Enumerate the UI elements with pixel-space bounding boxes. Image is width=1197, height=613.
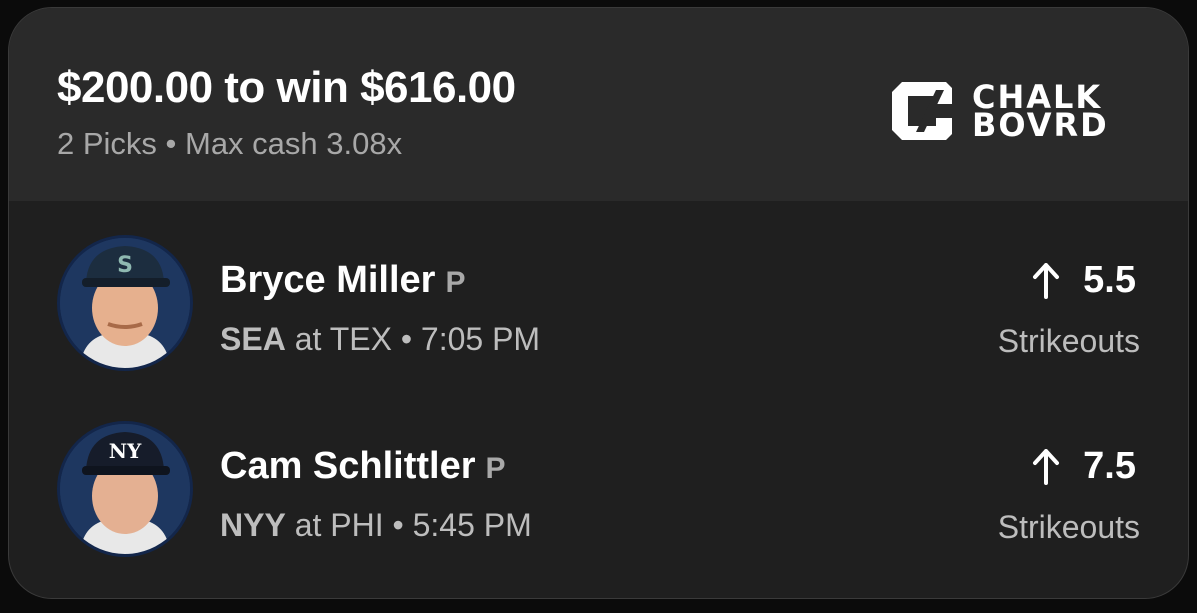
- logo-text-line2: BOVRD: [972, 106, 1109, 144]
- player-position: P: [485, 452, 506, 485]
- stat-type: Strikeouts: [997, 323, 1140, 359]
- chalkboard-logo: CHALK BOVRD: [892, 81, 1109, 144]
- bet-slip-card[interactable]: $200.00 to win $616.00 2 Picks • Max cas…: [8, 7, 1189, 599]
- team-abbrev: SEA: [220, 321, 286, 357]
- wager-subtitle: 2 Picks • Max cash 3.08x: [57, 126, 403, 161]
- player-name: Cam Schlittler: [220, 445, 476, 487]
- wager-title: $200.00 to win $616.00: [57, 63, 516, 112]
- up-arrow-icon: [1033, 262, 1060, 299]
- projection-line: 7.5: [1083, 445, 1136, 487]
- up-arrow-icon: [1033, 448, 1060, 485]
- cap-logo-text: S: [117, 253, 133, 278]
- matchup-info: at TEX • 7:05 PM: [285, 321, 541, 357]
- player-position: P: [445, 266, 466, 299]
- stat-type: Strikeouts: [997, 509, 1140, 545]
- pick-row[interactable]: NY Cam Schlittler P NYY at PHI • 5:45 PM …: [9, 421, 1188, 571]
- player-avatar: NY: [57, 421, 193, 557]
- player-name: Bryce Miller: [220, 259, 436, 301]
- cap-logo-text: NY: [109, 439, 142, 463]
- team-abbrev: NYY: [220, 507, 286, 543]
- matchup-info: at PHI • 5:45 PM: [285, 507, 532, 543]
- chalkboard-logo-icon: [892, 82, 952, 140]
- bet-slip-header: $200.00 to win $616.00 2 Picks • Max cas…: [9, 8, 1188, 201]
- projection-line: 5.5: [1083, 259, 1136, 301]
- player-avatar: S: [57, 235, 193, 371]
- pick-row[interactable]: S Bryce Miller P SEA at TEX • 7:05 PM 5.5…: [9, 235, 1188, 385]
